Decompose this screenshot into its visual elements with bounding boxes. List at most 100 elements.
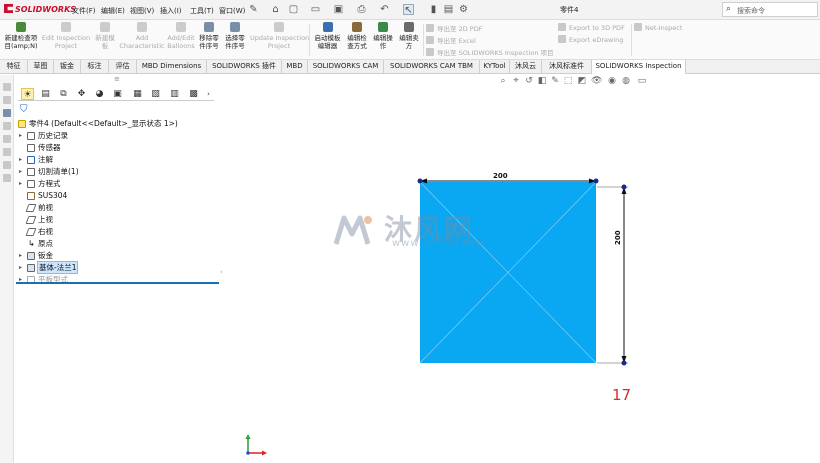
expand-arrow-icon[interactable]: ▸	[19, 154, 22, 165]
tab-solidworks-cam-tbm[interactable]: SOLIDWORKS CAM TBM	[384, 60, 480, 74]
property-manager-tab-icon[interactable]: ▤	[39, 88, 52, 100]
tab-kytool[interactable]: KYTool	[480, 60, 510, 74]
button-label: 启动模板 编辑器	[314, 34, 341, 50]
file-properties-icon[interactable]: ▤	[443, 4, 454, 15]
menu-window[interactable]: 窗口(W)	[219, 6, 245, 16]
export-excel-button[interactable]: 导出至 Excel	[426, 35, 476, 45]
dock-icon[interactable]	[3, 135, 11, 143]
tree-item-label: 方程式	[38, 179, 61, 188]
tab-features[interactable]: 特征	[0, 60, 28, 74]
undo-icon[interactable]: ↶	[379, 4, 390, 15]
search-commands-box[interactable]: ⌕ 搜索命令	[722, 2, 818, 17]
ribbon-separator	[631, 24, 632, 56]
cam-tool-tab-icon[interactable]: ▧	[149, 88, 162, 100]
configuration-manager-tab-icon[interactable]: ⧉	[57, 88, 70, 100]
dock-icon[interactable]	[3, 148, 11, 156]
expand-tabs-icon[interactable]: ›	[202, 88, 215, 100]
triad-x-arrow	[262, 450, 267, 456]
tree-item-label: 历史记录	[38, 131, 68, 140]
select-balloon-button[interactable]: 选择零 件序号	[222, 22, 248, 50]
tab-solidworks-inspection[interactable]: SOLIDWORKS Inspection	[592, 60, 686, 74]
tab-markup[interactable]: 标注	[81, 60, 109, 74]
update-inspection-project-button[interactable]: Update Inspection Project	[250, 22, 309, 50]
sketch-point[interactable]	[417, 178, 423, 184]
traffic-light-icon[interactable]: ▮	[428, 4, 439, 15]
print-icon[interactable]: ⎙	[356, 4, 367, 15]
panel-grip-icon[interactable]: ≡	[114, 75, 120, 83]
dock-icon[interactable]	[3, 109, 11, 117]
launch-template-editor-button[interactable]: 启动模板 编辑器	[312, 22, 343, 50]
dimxpert-tab-icon[interactable]: ✥	[75, 88, 88, 100]
cam-tbm-tab-icon[interactable]: ▥	[168, 88, 181, 100]
edit-inspection-project-button[interactable]: Edit Inspection Project	[40, 22, 92, 50]
net-inspect-button[interactable]: Net-Inspect	[634, 23, 682, 32]
sketch-point[interactable]	[621, 360, 627, 366]
add-edit-balloons-button[interactable]: Add/Edit Balloons	[166, 22, 196, 50]
export-2d-pdf-button[interactable]: 导出至 2D PDF	[426, 23, 482, 33]
menu-file[interactable]: 文件(F)	[72, 6, 96, 16]
dimension-height-label[interactable]: 200	[614, 230, 622, 245]
tab-evaluate[interactable]: 评估	[109, 60, 137, 74]
feature-tree-tab-icon[interactable]: ☀	[21, 88, 34, 100]
material-icon	[27, 192, 35, 200]
export-edrawing-button[interactable]: Export eDrawing	[558, 35, 623, 44]
home-icon[interactable]: ⌂	[270, 4, 281, 15]
edit-operation-button[interactable]: 编辑操 作	[370, 22, 396, 50]
expand-arrow-icon[interactable]: ▸	[19, 130, 22, 141]
tab-sheet-metal[interactable]: 钣金	[54, 60, 81, 74]
tab-solidworks-addins[interactable]: SOLIDWORKS 插件	[207, 60, 282, 74]
open-folder-icon[interactable]: ▭	[310, 4, 321, 15]
export-inspection-project-button[interactable]: 导出至 SOLIDWORKS Inspection 项目	[426, 47, 554, 57]
new-template-button[interactable]: 新建模 板	[92, 22, 118, 50]
sketch-point[interactable]	[593, 178, 599, 184]
sensor-icon	[27, 144, 35, 152]
menu-insert[interactable]: 插入(I)	[160, 6, 182, 16]
button-label: Net-Inspect	[645, 24, 683, 32]
dock-icon[interactable]	[3, 96, 11, 104]
expand-arrow-icon[interactable]: ▸	[19, 250, 22, 261]
tab-mufeng-cloud[interactable]: 沐风云	[510, 60, 542, 74]
select-balloon-icon	[230, 22, 240, 32]
save-icon[interactable]: ▣	[333, 4, 344, 15]
remove-balloon-button[interactable]: 移除零 件序号	[196, 22, 222, 50]
cam-feature-tab-icon[interactable]: ▣	[111, 88, 124, 100]
sketch-point[interactable]	[621, 184, 627, 190]
edit-vendor-button[interactable]: 编辑卖 方	[396, 22, 422, 50]
tab-solidworks-cam[interactable]: SOLIDWORKS CAM	[308, 60, 384, 74]
menu-edit[interactable]: 编辑(E)	[101, 6, 125, 16]
dock-icon[interactable]	[3, 122, 11, 130]
tree-item-label: 原点	[38, 239, 53, 248]
filter-icon[interactable]: ⛉	[20, 104, 28, 115]
button-label: 新建检查项 目(amp;N)	[4, 34, 38, 50]
add-characteristic-button[interactable]: Add Characteristic	[119, 22, 165, 50]
tab-mbd-dimensions[interactable]: MBD Dimensions	[137, 60, 207, 74]
solidworks-logo[interactable]: SOLIDWORKS	[4, 4, 76, 14]
button-label: 导出至 SOLIDWORKS Inspection 项目	[437, 49, 554, 57]
equations-icon	[27, 180, 35, 188]
tab-mbd[interactable]: MBD	[282, 60, 308, 74]
new-inspection-project-button[interactable]: 新建检查项 目(amp;N)	[2, 22, 40, 50]
tab-mufeng-standard-parts[interactable]: 沐风标准件	[542, 60, 592, 74]
cam-operation-tab-icon[interactable]: ▦	[131, 88, 144, 100]
menu-tools[interactable]: 工具(T)	[190, 6, 214, 16]
display-manager-tab-icon[interactable]: ◕	[93, 88, 106, 100]
dock-icon[interactable]	[3, 83, 11, 91]
inspection-tab-icon[interactable]: ▩	[187, 88, 200, 100]
expand-arrow-icon[interactable]: ▸	[19, 178, 22, 189]
pin-icon[interactable]: ✎	[248, 4, 259, 15]
edit-inspection-method-button[interactable]: 编辑检 查方式	[344, 22, 370, 50]
new-file-icon[interactable]: ▢	[288, 4, 299, 15]
plane-icon	[25, 204, 37, 212]
tree-item-label: 基体-法兰1	[36, 261, 79, 274]
menu-view[interactable]: 视图(V)	[130, 6, 154, 16]
select-cursor-icon[interactable]: ↖	[403, 4, 414, 16]
export-3d-pdf-button[interactable]: Export to 3D PDF	[558, 23, 625, 32]
expand-arrow-icon[interactable]: ▸	[19, 166, 22, 177]
options-gear-icon[interactable]: ⚙	[458, 4, 469, 15]
dock-icon[interactable]	[3, 161, 11, 169]
tab-sketch[interactable]: 草图	[28, 60, 54, 74]
dimension-width-label[interactable]: 200	[493, 172, 508, 180]
dock-icon[interactable]	[3, 174, 11, 182]
expand-arrow-icon[interactable]: ▸	[19, 262, 22, 273]
cut-list-icon	[27, 168, 35, 176]
